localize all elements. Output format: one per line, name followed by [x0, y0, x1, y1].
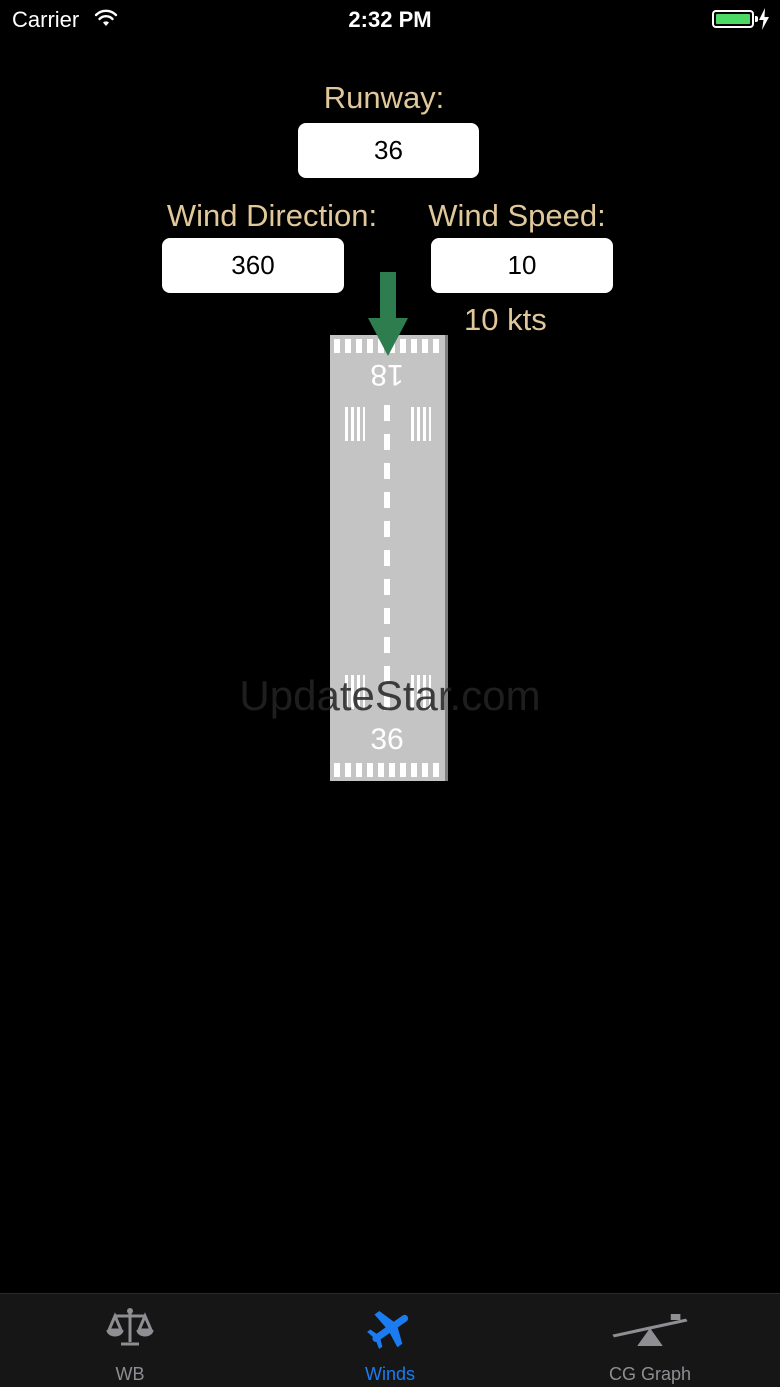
- wind-direction-label: Wind Direction:: [166, 198, 378, 233]
- tab-cg-graph[interactable]: CG Graph: [520, 1294, 780, 1387]
- airplane-icon: [367, 1311, 409, 1350]
- watermark: UpdateStar.com: [239, 672, 541, 719]
- wind-speed-label: Wind Speed:: [428, 198, 606, 233]
- battery-level: [716, 14, 750, 24]
- tab-bar: WB Winds CG Graph: [0, 1293, 780, 1387]
- winds-screen: Carrier 2:32 PM Runway: Wind Direction: …: [0, 0, 780, 1387]
- scale-icon: [106, 1308, 154, 1346]
- centerline-dash: [384, 405, 390, 421]
- status-time: 2:32 PM: [348, 7, 432, 32]
- centerline-dash: [384, 492, 390, 508]
- threshold-markings-bottom: [334, 763, 442, 777]
- runway-number-bottom: 36: [370, 723, 404, 756]
- centerline-dash: [384, 434, 390, 450]
- arrow-down-icon: [368, 272, 408, 356]
- runway-number-top: 18: [370, 358, 404, 391]
- charging-bolt-icon: [759, 8, 769, 30]
- wind-speed-readout: 10 kts: [464, 302, 547, 337]
- runway-label: Runway:: [323, 80, 445, 115]
- tab-cg-graph-label: CG Graph: [608, 1364, 692, 1384]
- seesaw-icon: [612, 1314, 688, 1346]
- wind-direction-input[interactable]: [162, 238, 344, 293]
- centerline-dash: [384, 608, 390, 624]
- centerline-dash: [384, 637, 390, 653]
- status-bar: Carrier 2:32 PM: [0, 0, 780, 40]
- touchdown-marking: [411, 407, 431, 441]
- centerline-dash: [384, 579, 390, 595]
- centerline-dash: [384, 550, 390, 566]
- runway-input[interactable]: [298, 123, 479, 178]
- tab-winds[interactable]: Winds: [260, 1294, 520, 1387]
- tab-wb-label: WB: [115, 1364, 145, 1384]
- centerline-dash: [384, 463, 390, 479]
- battery-icon: [712, 10, 758, 28]
- tab-wb[interactable]: WB: [0, 1294, 260, 1387]
- touchdown-marking: [345, 407, 365, 441]
- wind-speed-input[interactable]: [431, 238, 613, 293]
- centerline-dash: [384, 521, 390, 537]
- tab-winds-label: Winds: [364, 1364, 415, 1384]
